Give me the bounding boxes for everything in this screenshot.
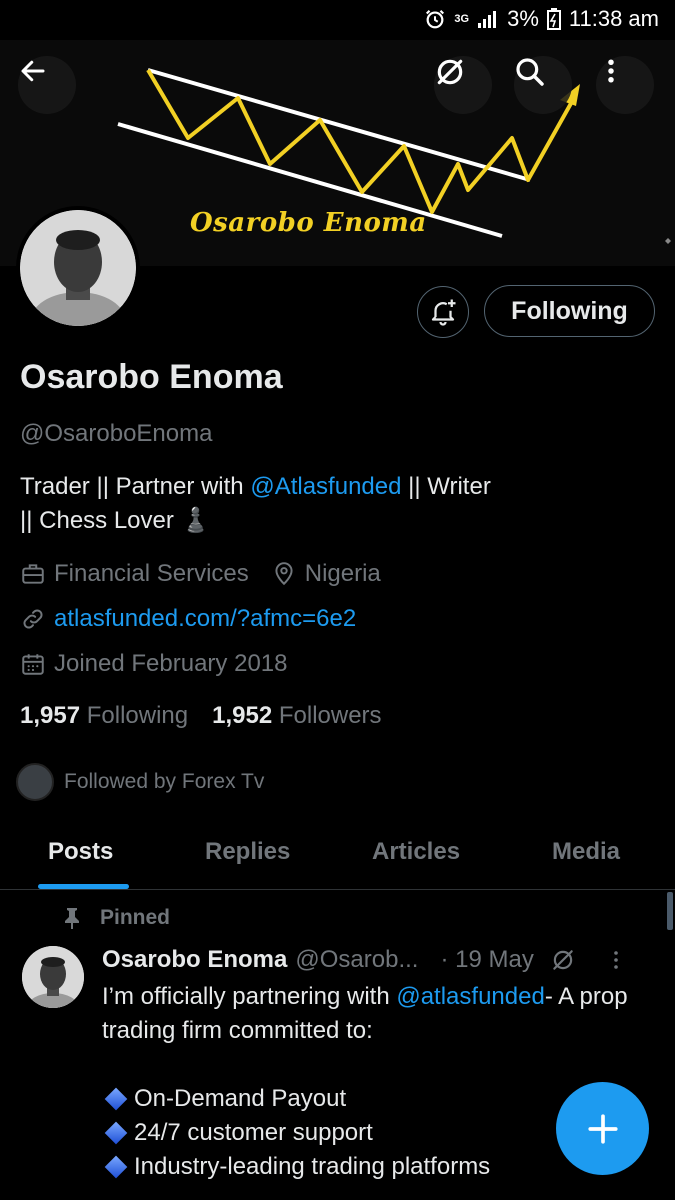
tab-media[interactable]: Media (552, 838, 620, 866)
avatar-photo (20, 210, 136, 326)
following-count-link[interactable]: 1,957 Following (20, 702, 188, 730)
profile-name: Osarobo Enoma (20, 358, 283, 396)
active-tab-indicator (38, 884, 129, 889)
post-date[interactable]: · 19 May (440, 946, 533, 974)
grok-icon (437, 59, 463, 85)
battery-icon (546, 8, 561, 30)
post-text: I’m officially partnering with @atlasfun… (102, 980, 662, 1048)
blue-diamond-icon (104, 1087, 128, 1111)
bell-plus-icon (431, 299, 456, 326)
grok-icon[interactable] (550, 947, 576, 973)
search-button[interactable] (514, 56, 572, 114)
compose-post-button[interactable] (556, 1082, 649, 1175)
blue-diamond-icon (104, 1121, 128, 1145)
alarm-icon (426, 9, 445, 29)
blue-diamond-icon (104, 1155, 128, 1179)
following-label: Following (86, 702, 189, 729)
battery-percent: 3% (507, 6, 539, 31)
post-header: Osarobo Enoma @Osarob... · 19 May (102, 946, 662, 974)
post-text-prefix: I’m officially partnering with (102, 983, 397, 1010)
bio-text: Trader || Partner with (20, 473, 251, 500)
plus-icon (587, 1113, 618, 1144)
followed-by-text: Followed by Forex Tv (64, 770, 265, 793)
followers-count-link[interactable]: 1,952 Followers (212, 702, 381, 730)
more-options-button[interactable] (596, 56, 654, 114)
link-icon (23, 609, 43, 629)
search-icon (516, 58, 544, 86)
banner-title: Osarobo Enoma (190, 208, 427, 238)
tab-posts[interactable]: Posts (48, 838, 113, 866)
pinned-label: Pinned (100, 906, 171, 929)
more-vertical-icon (608, 59, 614, 83)
following-button[interactable]: Following (484, 285, 655, 337)
follow-counts: 1,957 Following 1,952 Followers (20, 702, 382, 730)
tab-replies[interactable]: Replies (205, 838, 290, 866)
followers-count: 1,952 (212, 702, 273, 729)
back-button[interactable] (18, 56, 76, 114)
following-count: 1,957 (20, 702, 81, 729)
scrollbar[interactable] (667, 892, 673, 930)
post-author-handle[interactable]: @Osarob... (295, 946, 418, 974)
signal-icon (478, 11, 497, 28)
post-bullet-text: On-Demand Payout (134, 1085, 347, 1112)
profile-handle: @OsaroboEnoma (20, 420, 213, 447)
followed-by-avatar (16, 763, 54, 801)
profile-location: Nigeria (304, 560, 381, 587)
profile-avatar[interactable] (16, 206, 140, 330)
bio-mention-link[interactable]: @Atlasfunded (250, 473, 401, 500)
status-bar: 3G 3% 11:38 am (0, 0, 675, 40)
followers-label: Followers (278, 702, 382, 729)
profile-joined-row: Joined February 2018 (20, 650, 287, 678)
followed-by-row[interactable]: Followed by Forex Tv (16, 763, 264, 801)
profile-meta-row: Financial Services Nigeria (20, 560, 381, 588)
post-avatar-photo (22, 946, 84, 1008)
network-type: 3G (454, 12, 470, 25)
post-mention-link[interactable]: @atlasfunded (396, 983, 544, 1010)
pin-icon (65, 908, 79, 929)
post-bullet-text: Industry-leading trading platforms (134, 1153, 491, 1180)
bio-text-suffix: || Writer (401, 473, 491, 500)
profile-tabs: Posts Replies Articles Media (0, 820, 675, 890)
tab-articles[interactable]: Articles (372, 838, 460, 866)
post-author-name[interactable]: Osarobo Enoma (102, 946, 287, 974)
profile-website-link[interactable]: atlasfunded.com/?afmc=6e2 (54, 605, 356, 633)
profile-category: Financial Services (54, 560, 249, 587)
pinned-label-row: Pinned (62, 906, 170, 930)
profile-joined: Joined February 2018 (54, 650, 288, 677)
briefcase-icon (22, 564, 44, 584)
calendar-icon (22, 654, 44, 675)
post-bullet-text: 24/7 customer support (134, 1119, 373, 1146)
post-author-avatar[interactable] (22, 946, 84, 1008)
bio-line-2: || Chess Lover ♟️ (20, 507, 211, 534)
clock: 11:38 am (568, 6, 659, 31)
arrow-left-icon (21, 60, 45, 82)
grok-button[interactable] (434, 56, 492, 114)
location-pin-icon (275, 562, 293, 586)
profile-website-row: atlasfunded.com/?afmc=6e2 (20, 605, 356, 633)
post-more-icon[interactable] (604, 947, 628, 973)
profile-bio: Trader || Partner with @Atlasfunded || W… (20, 470, 620, 538)
notifications-button[interactable] (417, 286, 469, 338)
